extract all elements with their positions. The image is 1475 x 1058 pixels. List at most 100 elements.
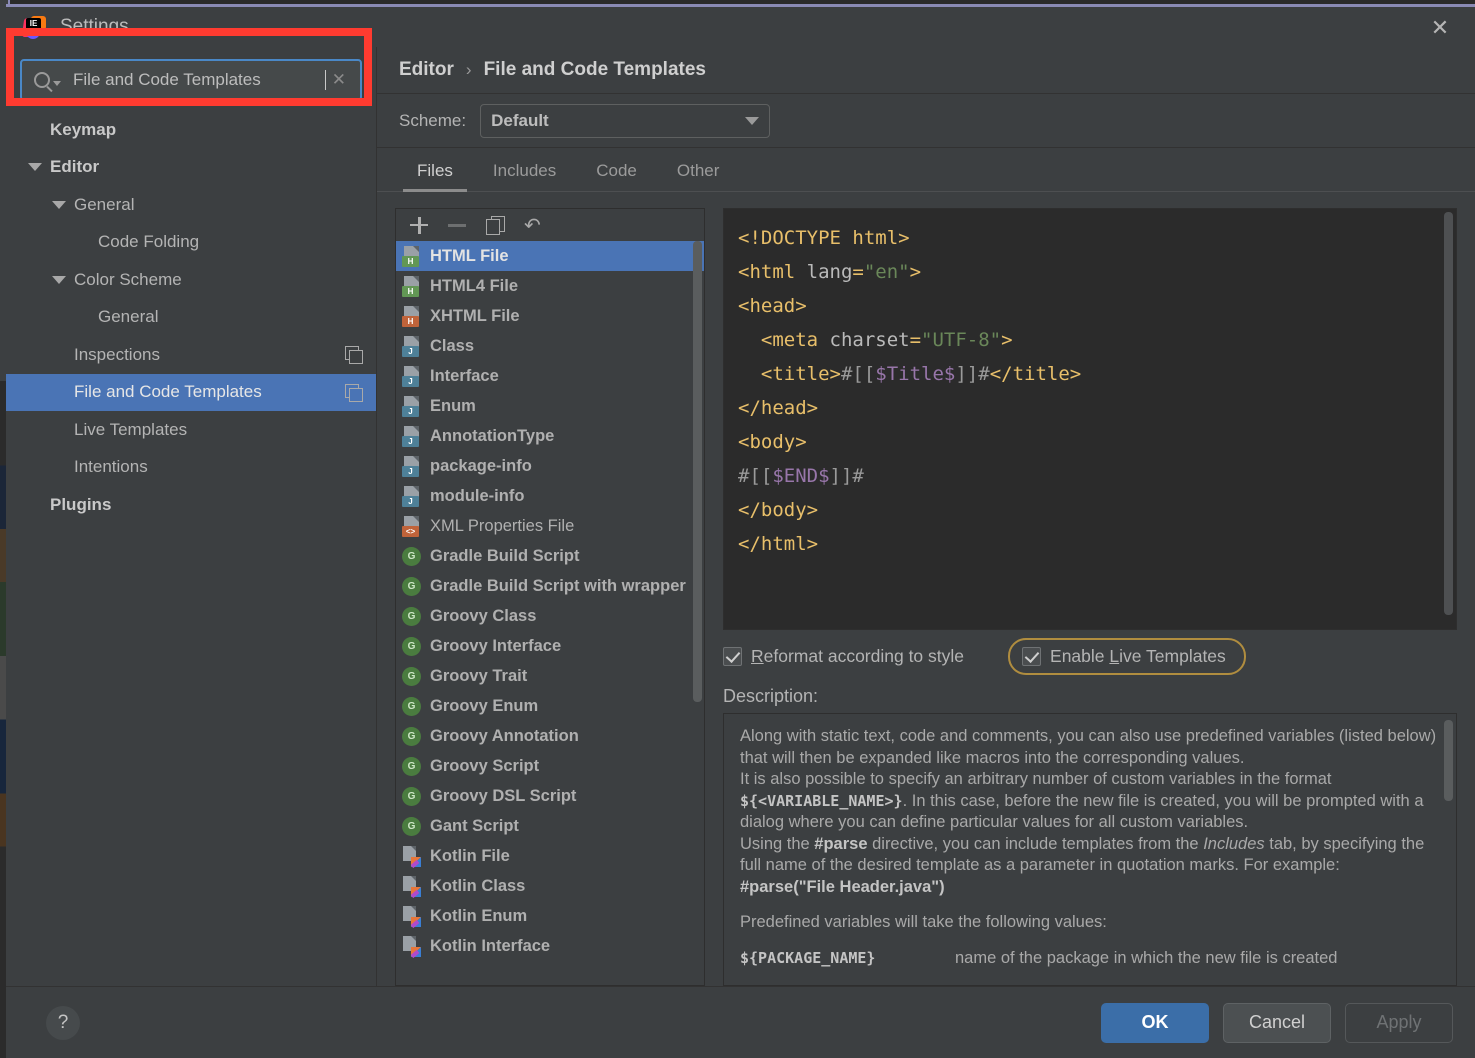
search-container: File and Code Templates ✕ — [6, 47, 376, 109]
logo-badge-text: IE — [26, 18, 41, 30]
code-token: $Title$ — [875, 363, 956, 385]
kotlin-iface-icon — [402, 935, 421, 958]
sidebar-item-code-folding[interactable]: Code Folding — [6, 224, 376, 262]
template-list-item[interactable]: G Groovy Trait — [396, 661, 704, 691]
breadcrumb-separator-icon: › — [465, 60, 472, 79]
predefined-variables-list: ${PACKAGE_NAME} name of the package in wh… — [740, 948, 1440, 970]
templates-list-scrollbar[interactable] — [693, 241, 702, 703]
sidebar-item-keymap[interactable]: Keymap — [6, 111, 376, 149]
reformat-label-rest: eformat according to style — [763, 645, 965, 666]
code-token: <body> — [738, 431, 807, 453]
sidebar-item-inspections[interactable]: Inspections — [6, 336, 376, 374]
java-module-icon: J — [402, 485, 421, 507]
chevron-down-icon[interactable] — [28, 163, 42, 172]
sidebar-item-intentions[interactable]: Intentions — [6, 449, 376, 487]
template-list-item[interactable]: G Gradle Build Script with wrapper — [396, 571, 704, 601]
code-token: <title> — [738, 363, 841, 385]
copy-icon[interactable] — [486, 216, 505, 235]
xml-file-icon: <> — [402, 515, 421, 537]
template-list-item[interactable]: Kotlin Enum — [396, 901, 704, 931]
search-input[interactable]: File and Code Templates ✕ — [20, 59, 362, 101]
template-list-item[interactable]: Jpackage-info — [396, 451, 704, 481]
sidebar-item-color-scheme[interactable]: Color Scheme — [6, 261, 376, 299]
template-list-item[interactable]: G Groovy Class — [396, 601, 704, 631]
sidebar-item-file-and-code-templates[interactable]: File and Code Templates — [6, 373, 376, 411]
code-token: </title> — [989, 363, 1082, 385]
sidebar-item-editor[interactable]: Editor — [6, 149, 376, 187]
template-list-item[interactable]: H HTML File — [396, 241, 704, 271]
breadcrumb-current: File and Code Templates — [483, 59, 706, 80]
template-list-item[interactable]: <> XML Properties File — [396, 511, 704, 541]
search-dropdown-caret-icon[interactable] — [53, 80, 61, 86]
settings-tree: Keymap Editor General Code Folding Color Sch… — [6, 109, 376, 986]
reformat-checkbox[interactable]: Reformat according to style — [723, 646, 964, 667]
description-panel[interactable]: Along with static text, code and comment… — [723, 713, 1457, 986]
help-icon[interactable]: ? — [46, 1005, 80, 1040]
tab-includes[interactable]: Includes — [475, 161, 574, 191]
clear-search-icon[interactable]: ✕ — [326, 70, 352, 90]
template-list-item[interactable]: Kotlin Class — [396, 871, 704, 901]
template-list-item[interactable]: G Groovy Enum — [396, 691, 704, 721]
code-token: #[[ — [738, 465, 773, 487]
templates-list[interactable]: H HTML File H HTML4 File H XHTML File J Class J I… — [396, 241, 704, 985]
sidebar-item-general[interactable]: General — [6, 186, 376, 224]
sidebar-item-general[interactable]: General — [6, 299, 376, 337]
template-editor[interactable]: <!DOCTYPE html> <html lang="en"> <head> <m… — [723, 208, 1457, 630]
template-list-item-label: Gant Script — [430, 816, 519, 835]
sidebar-item-plugins[interactable]: Plugins — [6, 486, 376, 524]
reformat-checkbox-box[interactable] — [723, 646, 742, 666]
description-paragraph-2: It is also possible to specify an arbitr… — [740, 769, 1440, 834]
code-line: <head> — [738, 289, 1442, 323]
cancel-button[interactable]: Cancel — [1223, 1002, 1331, 1043]
scheme-select[interactable]: Default — [480, 103, 771, 138]
template-list-item[interactable]: H XHTML File — [396, 301, 704, 331]
predefined-variable-name: ${PACKAGE_NAME} — [740, 948, 876, 967]
copy-settings-icon[interactable] — [345, 346, 363, 365]
sidebar-item-label: General — [74, 194, 135, 214]
gradle-icon: G — [402, 576, 421, 596]
live-templates-checkbox-box[interactable] — [1022, 646, 1042, 666]
template-list-item[interactable]: J Interface — [396, 361, 704, 391]
tab-code[interactable]: Code — [578, 161, 655, 191]
template-list-item[interactable]: J AnnotationType — [396, 421, 704, 451]
enable-live-templates-checkbox[interactable]: Enable Live Templates — [1008, 637, 1246, 675]
undo-icon[interactable]: ↶ — [524, 215, 542, 235]
tab-other[interactable]: Other — [659, 161, 738, 191]
template-list-item[interactable]: G Gant Script — [396, 811, 704, 841]
chevron-down-icon[interactable] — [52, 275, 66, 284]
template-list-item[interactable]: Kotlin Interface — [396, 931, 704, 961]
template-list-item[interactable]: G Groovy Script — [396, 751, 704, 781]
template-list-item[interactable]: G Gradle Build Script — [396, 541, 704, 571]
desc-parse-example-text: #parse("File Header.java") — [740, 877, 945, 896]
template-list-item-label: Kotlin Enum — [430, 906, 528, 925]
template-list-item[interactable]: J Enum — [396, 391, 704, 421]
breadcrumb-root[interactable]: Editor — [399, 59, 454, 81]
template-list-item-label: Groovy Script — [430, 756, 540, 775]
chevron-down-icon[interactable] — [52, 200, 66, 209]
tab-files[interactable]: Files — [399, 161, 471, 192]
sidebar-item-label: General — [98, 307, 159, 327]
template-list-item[interactable]: G Groovy DSL Script — [396, 781, 704, 811]
code-line: #[[$END$]]# — [738, 459, 1442, 493]
reformat-mnemonic: R — [751, 645, 764, 666]
template-list-item[interactable]: Kotlin File — [396, 841, 704, 871]
java-class-icon: J — [402, 335, 421, 357]
minus-icon — [448, 216, 466, 234]
close-icon[interactable]: ✕ — [1419, 11, 1461, 45]
template-editor-scrollbar[interactable] — [1444, 212, 1453, 616]
description-text: Along with static text, code and comment… — [740, 726, 1440, 969]
sidebar-item-live-templates[interactable]: Live Templates — [6, 411, 376, 449]
template-list-item-label: Groovy Class — [430, 606, 537, 625]
plus-icon[interactable] — [410, 216, 428, 234]
description-scrollbar[interactable] — [1444, 720, 1453, 802]
template-list-item[interactable]: Jmodule-info — [396, 481, 704, 511]
template-list-item[interactable]: G Groovy Annotation — [396, 721, 704, 751]
template-list-item[interactable]: J Class — [396, 331, 704, 361]
scheme-row: Scheme: Default — [377, 94, 1475, 148]
template-options-row: Reformat according to style Enable Live … — [723, 634, 1457, 678]
templates-list-pane: ↶ H HTML File H HTML4 File H XHTML File J Class… — [395, 208, 705, 986]
copy-settings-icon[interactable] — [345, 383, 363, 402]
ok-button[interactable]: OK — [1101, 1002, 1209, 1043]
template-list-item[interactable]: G Groovy Interface — [396, 631, 704, 661]
template-list-item[interactable]: H HTML4 File — [396, 271, 704, 301]
